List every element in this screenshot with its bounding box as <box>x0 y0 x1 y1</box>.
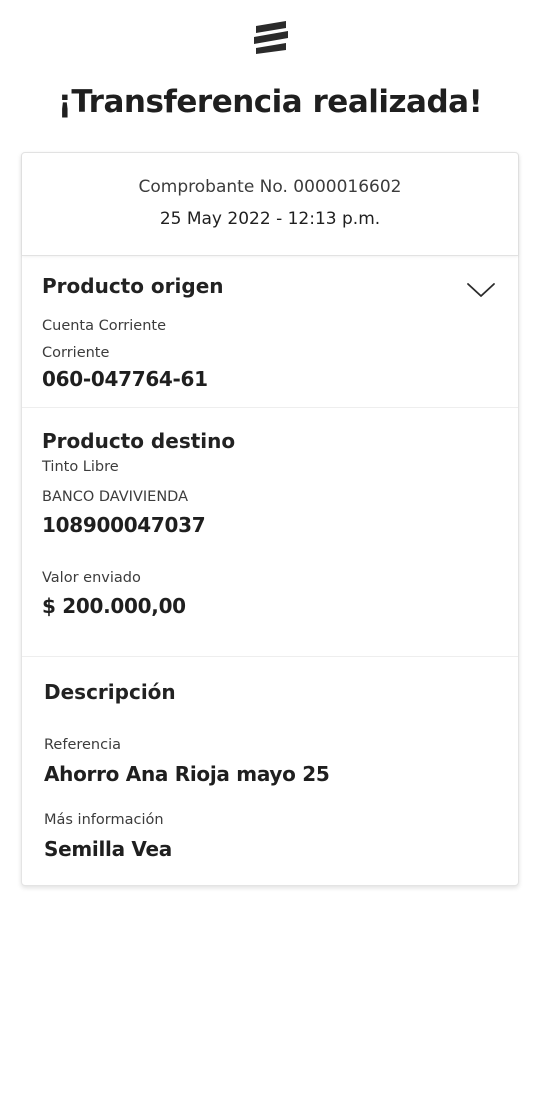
bank-logo-icon <box>254 21 288 54</box>
description-section-title: Descripción <box>44 680 176 704</box>
receipt-card: Comprobante No. 0000016602 25 May 2022 -… <box>21 152 519 886</box>
amount-value: $ 200.000,00 <box>42 594 186 618</box>
destination-section-title: Producto destino <box>42 429 236 453</box>
origin-section-title: Producto origen <box>42 274 224 298</box>
section-divider <box>22 407 518 408</box>
amount-label: Valor enviado <box>42 570 141 586</box>
destination-account-name: Tinto Libre <box>42 459 119 475</box>
receipt-datetime: 25 May 2022 - 12:13 p.m. <box>159 209 381 229</box>
destination-account-number: 108900047037 <box>42 513 206 537</box>
page-title: ¡Transferencia realizada! <box>57 84 483 120</box>
origin-account-number: 060-047764-61 <box>42 367 208 391</box>
origin-account-subtype: Corriente <box>42 345 110 361</box>
reference-label: Referencia <box>44 737 122 753</box>
receipt-header: Comprobante No. 0000016602 25 May 2022 -… <box>22 153 518 256</box>
reference-value: Ahorro Ana Rioja mayo 25 <box>44 762 330 786</box>
section-divider <box>22 656 518 657</box>
origin-account-type: Cuenta Corriente <box>42 318 167 334</box>
chevron-down-icon[interactable] <box>466 281 496 299</box>
more-info-label: Más información <box>44 812 164 828</box>
destination-bank: BANCO DAVIVIENDA <box>42 489 188 505</box>
more-info-value: Semilla Vea <box>44 837 172 861</box>
receipt-number: Comprobante No. 0000016602 <box>138 177 402 197</box>
